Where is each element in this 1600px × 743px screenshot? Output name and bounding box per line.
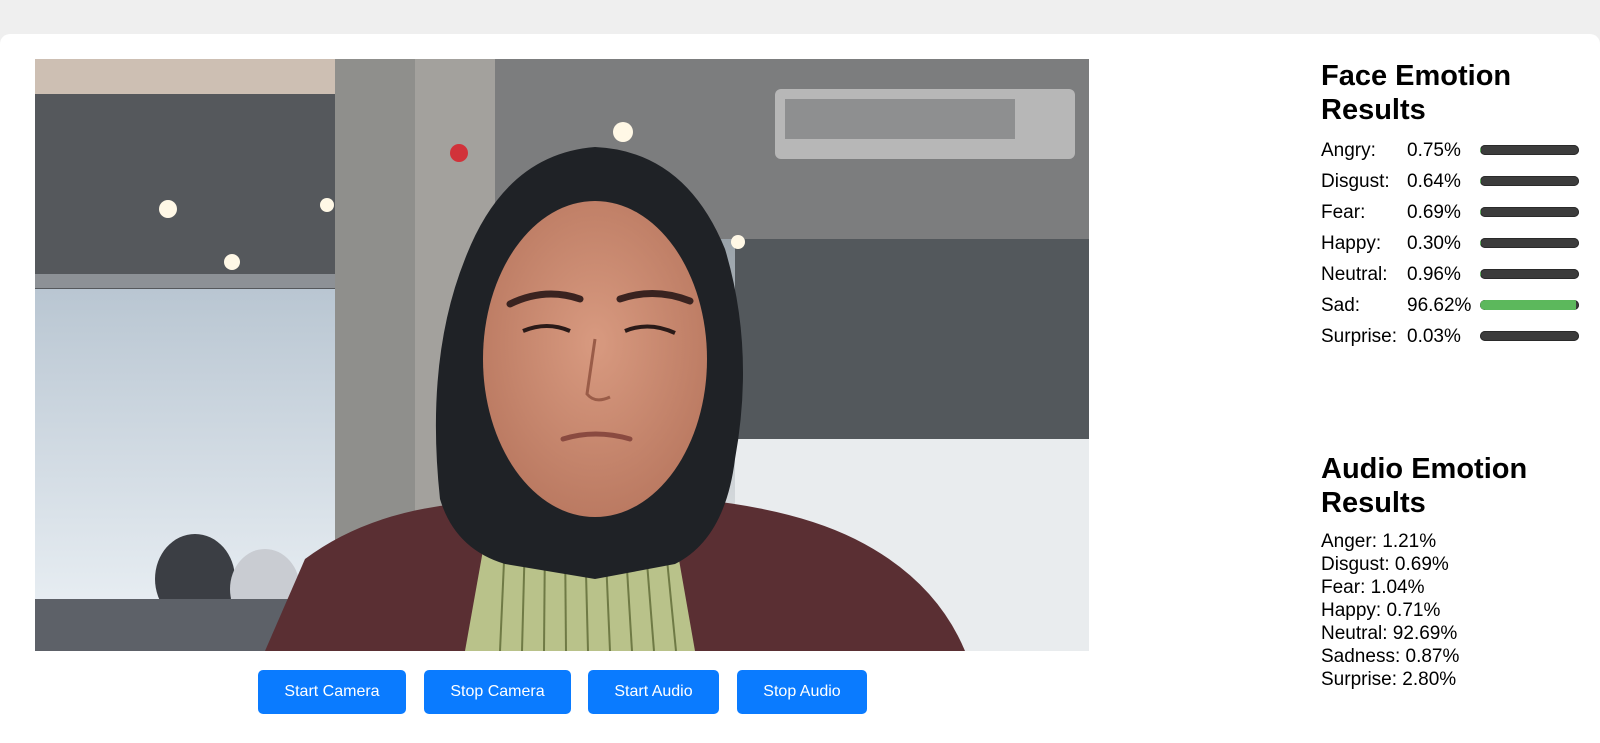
face-emotion-row-surprise: Surprise: 0.03%	[1321, 321, 1591, 352]
emotion-label: Happy:	[1321, 233, 1382, 254]
emotion-progress-bar	[1480, 269, 1579, 279]
emotion-progress-bar	[1480, 300, 1579, 310]
emotion-label: Sad:	[1321, 295, 1361, 316]
emotion-value: 0.96%	[1407, 264, 1461, 285]
face-emotion-row-fear: Fear: 0.69%	[1321, 197, 1591, 228]
emotion-progress-fill	[1480, 145, 1481, 155]
audio-emotion-title: Audio Emotion Results	[1321, 453, 1528, 519]
face-emotion-row-neutral: Neutral: 0.96%	[1321, 259, 1591, 290]
face-emotion-row-sad: Sad: 96.62%	[1321, 290, 1591, 321]
audio-emotion-line: Surprise: 2.80%	[1321, 669, 1457, 690]
emotion-progress-bar	[1480, 145, 1579, 155]
face-emotion-row-angry: Angry: 0.75%	[1321, 135, 1591, 166]
face-emotion-title: Face Emotion Results	[1321, 60, 1512, 126]
emotion-progress-bar	[1480, 238, 1579, 248]
emotion-progress-bar	[1480, 207, 1579, 217]
audio-emotion-panel: Audio Emotion Results Anger: 1.21% Disgu…	[1321, 452, 1591, 691]
emotion-label: Neutral:	[1321, 264, 1388, 285]
audio-emotion-line: Anger: 1.21%	[1321, 531, 1437, 552]
emotion-progress-fill	[1480, 300, 1576, 310]
emotion-progress-fill	[1480, 207, 1481, 217]
audio-emotion-line: Happy: 0.71%	[1321, 600, 1441, 621]
emotion-value: 0.03%	[1407, 326, 1461, 347]
face-emotion-list: Angry: 0.75% Disgust: 0.64% Fear: 0.69% …	[1321, 135, 1591, 352]
emotion-progress-fill	[1480, 176, 1481, 186]
audio-emotion-list: Anger: 1.21% Disgust: 0.69% Fear: 1.04% …	[1321, 530, 1591, 691]
emotion-progress-bar	[1480, 331, 1579, 341]
emotion-value: 0.75%	[1407, 140, 1461, 161]
emotion-progress-bar	[1480, 176, 1579, 186]
emotion-label: Surprise:	[1321, 326, 1398, 347]
start-camera-button[interactable]: Start Camera	[258, 670, 406, 714]
face-emotion-panel: Face Emotion Results Angry: 0.75% Disgus…	[1321, 59, 1591, 352]
audio-emotion-line: Disgust: 0.69%	[1321, 554, 1449, 575]
emotion-value: 0.64%	[1407, 171, 1461, 192]
emotion-label: Fear:	[1321, 202, 1366, 223]
audio-emotion-line: Fear: 1.04%	[1321, 577, 1425, 598]
camera-frame-image	[35, 59, 1089, 651]
emotion-progress-fill	[1480, 269, 1481, 279]
emotion-label: Angry:	[1321, 140, 1376, 161]
stop-camera-button[interactable]: Stop Camera	[424, 670, 571, 714]
stop-audio-button[interactable]: Stop Audio	[737, 670, 867, 714]
audio-emotion-line: Sadness: 0.87%	[1321, 646, 1460, 667]
emotion-value: 96.62%	[1407, 295, 1472, 316]
emotion-value: 0.30%	[1407, 233, 1461, 254]
emotion-value: 0.69%	[1407, 202, 1461, 223]
face-emotion-row-disgust: Disgust: 0.64%	[1321, 166, 1591, 197]
emotion-label: Disgust:	[1321, 171, 1390, 192]
camera-video-feed	[35, 59, 1089, 651]
face-emotion-row-happy: Happy: 0.30%	[1321, 228, 1591, 259]
start-audio-button[interactable]: Start Audio	[588, 670, 719, 714]
audio-emotion-line: Neutral: 92.69%	[1321, 623, 1458, 644]
